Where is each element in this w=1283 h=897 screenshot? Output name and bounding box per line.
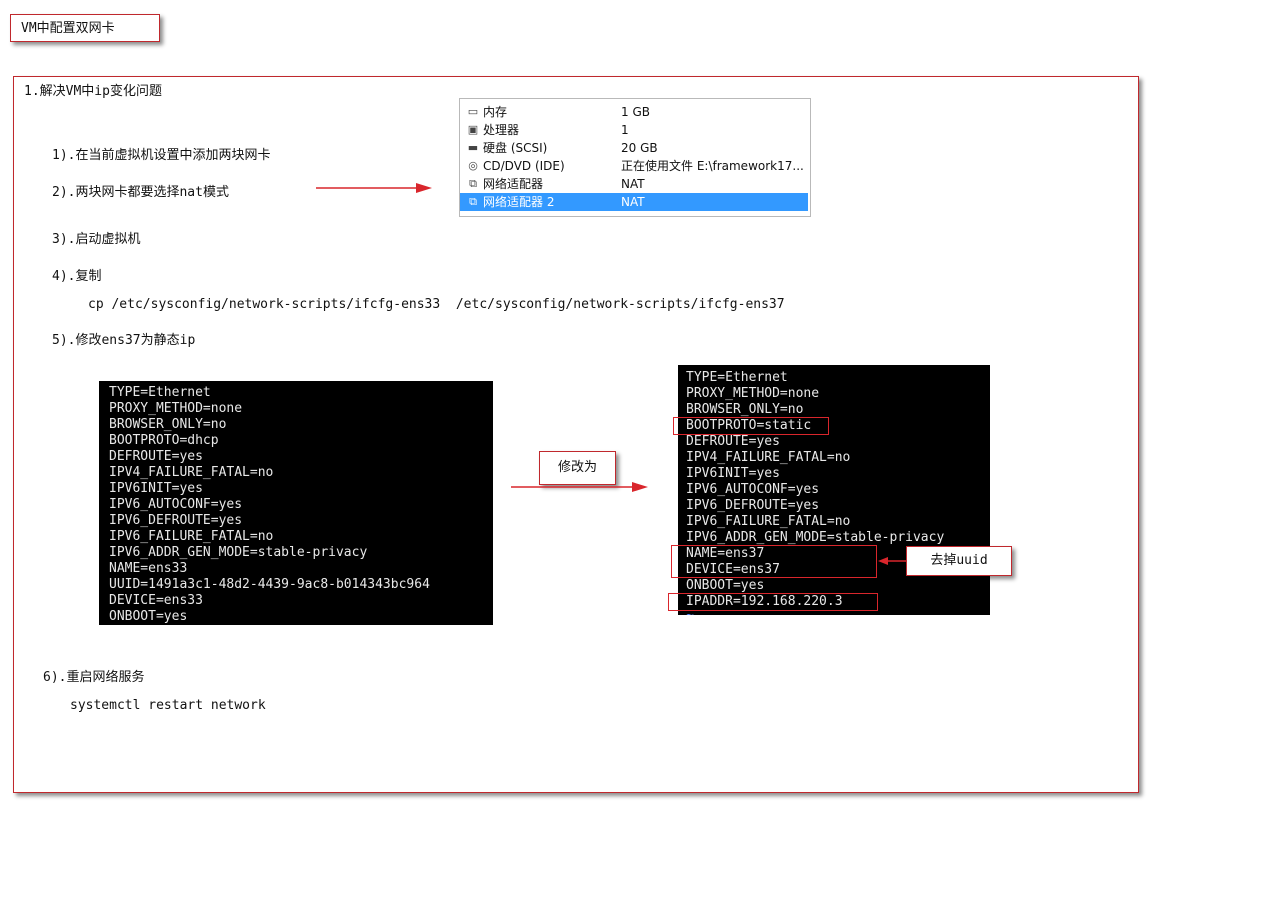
arrow-remove-uuid bbox=[878, 557, 906, 565]
annotation-arrows bbox=[316, 183, 906, 565]
arrow-modify bbox=[511, 482, 648, 492]
arrow-to-vm-panel bbox=[316, 183, 432, 193]
